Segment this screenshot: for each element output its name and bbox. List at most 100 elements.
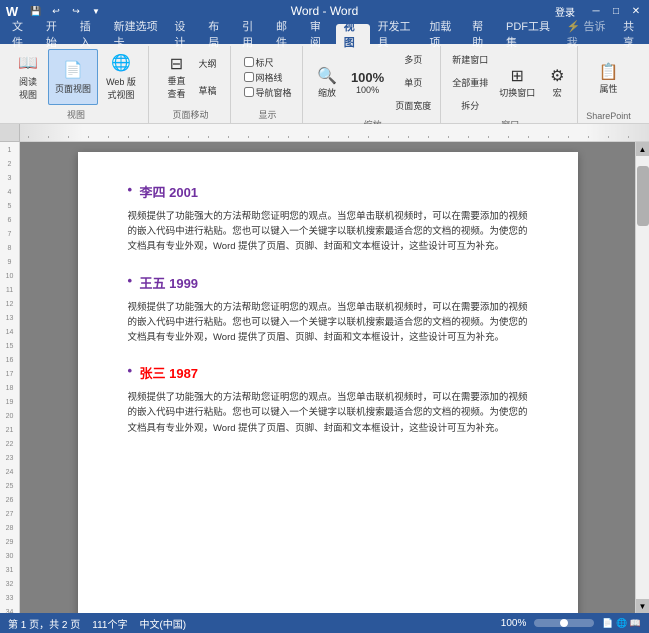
- onepage-btn[interactable]: 单页: [392, 71, 434, 93]
- tab-help[interactable]: 帮助: [464, 24, 498, 44]
- zoom-btn[interactable]: 🔍 缩放: [311, 54, 343, 110]
- tab-layout[interactable]: 布局: [200, 24, 234, 44]
- navpane-checkbox-input[interactable]: [244, 87, 254, 97]
- page-view-btn[interactable]: 📄 页面视图: [48, 49, 98, 105]
- ribbon-group-zoom: 🔍 缩放 100% 100% 多页 单页 页面宽度 缩放: [305, 46, 441, 123]
- entry-text-zhangsan[interactable]: 视频提供了功能强大的方法帮助您证明您的观点。当您单击联机视频时，可以在需要添加的…: [128, 390, 528, 436]
- scroll-up-btn[interactable]: ▲: [636, 142, 649, 156]
- view-mode-icons: 📄 🌐 📖: [602, 618, 641, 629]
- tab-insert[interactable]: 插入: [72, 24, 106, 44]
- properties-btn[interactable]: 📋 属性: [589, 51, 629, 107]
- main-area: 1 2 3 4 5 6 7 8 9 10 11 12 13 14 15 16 1…: [0, 142, 649, 613]
- ruler-v-mark-17: 17: [0, 368, 19, 382]
- pagewidth-btn[interactable]: 页面宽度: [392, 94, 434, 116]
- ribbon-group-pagemove: ⊟ 垂直查看 大纲 草稿 页面移动: [151, 46, 231, 123]
- sharepoint-buttons: 📋 属性: [589, 48, 629, 109]
- scrollbar-vertical[interactable]: ▲ ▼: [635, 142, 649, 613]
- ruler-v-mark-24: 24: [0, 466, 19, 480]
- ruler-v-mark-3: 3: [0, 172, 19, 186]
- ruler-v-mark-25: 25: [0, 480, 19, 494]
- tab-mail[interactable]: 邮件: [268, 24, 302, 44]
- window-col1: 新建窗口 全部重排 拆分: [449, 48, 491, 116]
- tab-design[interactable]: 设计: [166, 24, 200, 44]
- scroll-thumb[interactable]: [637, 166, 649, 226]
- ruler-v-mark-34: 34: [0, 606, 19, 613]
- newwindow-btn[interactable]: 新建窗口: [449, 48, 491, 70]
- tab-start[interactable]: 开始: [38, 24, 72, 44]
- gridlines-checkbox[interactable]: 网格线: [244, 71, 283, 84]
- pagemove-group-label: 页面移动: [173, 108, 209, 121]
- entry-text-lisi[interactable]: 视频提供了功能强大的方法帮助您证明您的观点。当您单击联机视频时，可以在需要添加的…: [128, 209, 528, 255]
- more-quick-btn[interactable]: ▼: [88, 3, 104, 19]
- doc-page[interactable]: 李四 2001 视频提供了功能强大的方法帮助您证明您的观点。当您单击联机视频时，…: [78, 152, 578, 613]
- web-view-btn[interactable]: 🌐 Web 版式视图: [100, 49, 142, 105]
- page-view-label: 页面视图: [55, 82, 91, 95]
- ruler-horizontal: [20, 124, 649, 141]
- ruler-checkbox-input[interactable]: [244, 57, 254, 67]
- split-btn[interactable]: 拆分: [449, 94, 491, 116]
- entry-name-zhangsan: 张三 1987: [128, 363, 528, 382]
- tab-addins[interactable]: 加载项: [421, 24, 464, 44]
- rearrange-label: 全部重排: [452, 76, 488, 89]
- multipage-btn[interactable]: 多页: [392, 48, 434, 70]
- tab-share[interactable]: 共享: [615, 24, 649, 44]
- vertical-view-label: 垂直查看: [168, 74, 186, 100]
- scroll-track[interactable]: [636, 156, 649, 599]
- properties-icon: 📋: [599, 62, 619, 82]
- rearrange-btn[interactable]: 全部重排: [449, 71, 491, 93]
- tab-tellme[interactable]: ⚡ 告诉我: [559, 24, 615, 44]
- read-view-btn[interactable]: 📖 阅读视图: [10, 49, 46, 105]
- ruler-v-mark-29: 29: [0, 536, 19, 550]
- show-group-label: 显示: [259, 108, 277, 121]
- zoom100-btn[interactable]: 100% 100%: [345, 54, 390, 110]
- ruler-v-mark-15: 15: [0, 340, 19, 354]
- ruler-v-mark-1: 1: [0, 144, 19, 158]
- ruler-v-mark-21: 21: [0, 424, 19, 438]
- entry-text-wangwu[interactable]: 视频提供了功能强大的方法帮助您证明您的观点。当您单击联机视频时，可以在需要添加的…: [128, 300, 528, 346]
- scroll-down-btn[interactable]: ▼: [636, 599, 649, 613]
- ruler-v-mark-4: 4: [0, 186, 19, 200]
- tab-devtools[interactable]: 开发工具: [370, 24, 422, 44]
- tab-review[interactable]: 审阅: [302, 24, 336, 44]
- ruler-v-mark-11: 11: [0, 284, 19, 298]
- tab-file[interactable]: 文件: [4, 24, 38, 44]
- draft-btn[interactable]: 草稿: [196, 78, 220, 104]
- navpane-checkbox[interactable]: 导航窗格: [244, 86, 292, 99]
- tab-references[interactable]: 引用: [234, 24, 268, 44]
- zoom100-icon: 100%: [351, 70, 384, 85]
- view-group-label: 视图: [67, 108, 85, 121]
- zoom-icon: 🔍: [317, 66, 337, 86]
- status-bar: 第 1 页，共 2 页 111个字 中文(中国) 100% 📄 🌐 📖: [0, 613, 649, 633]
- doc-entry-wangwu: 王五 1999 视频提供了功能强大的方法帮助您证明您的观点。当您单击联机视频时，…: [128, 273, 528, 346]
- web-view-icon: 🌐: [111, 53, 131, 73]
- web-view-label: Web 版式视图: [106, 75, 136, 101]
- macro-btn[interactable]: ⚙ 宏: [543, 54, 571, 110]
- tab-pdftools[interactable]: PDF工具集: [498, 24, 559, 44]
- undo-quick-btn[interactable]: ↩: [48, 3, 64, 19]
- switchwindow-btn[interactable]: ⊞ 切换窗口: [493, 54, 541, 110]
- page-view-icon: 📄: [63, 60, 83, 80]
- ruler-v-mark-6: 6: [0, 214, 19, 228]
- ruler-checkbox[interactable]: 标尺: [244, 56, 274, 69]
- tab-view[interactable]: 视图: [336, 24, 370, 44]
- tab-newtab[interactable]: 新建选项卡: [106, 24, 167, 44]
- redo-quick-btn[interactable]: ↪: [68, 3, 84, 19]
- gridlines-checkbox-input[interactable]: [244, 72, 254, 82]
- ruler-v-mark-10: 10: [0, 270, 19, 284]
- sharepoint-group-label: SharePoint: [586, 111, 631, 121]
- ruler-label: 标尺: [256, 56, 274, 69]
- status-left: 第 1 页，共 2 页 111个字 中文(中国): [8, 616, 186, 631]
- outline-btn[interactable]: 大纲: [196, 51, 220, 77]
- vertical-view-btn[interactable]: ⊟ 垂直查看: [162, 51, 192, 103]
- properties-label: 属性: [599, 82, 617, 95]
- ruler-v-mark-33: 33: [0, 592, 19, 606]
- zoom-slider-thumb: [560, 619, 568, 627]
- doc-area[interactable]: 李四 2001 视频提供了功能强大的方法帮助您证明您的观点。当您单击联机视频时，…: [20, 142, 635, 613]
- view-buttons: 📖 阅读视图 📄 页面视图 🌐 Web 版式视图: [10, 48, 142, 106]
- ruler-vertical: 1 2 3 4 5 6 7 8 9 10 11 12 13 14 15 16 1…: [0, 142, 20, 613]
- save-quick-btn[interactable]: 💾: [28, 3, 44, 19]
- doc-entry-lisi: 李四 2001 视频提供了功能强大的方法帮助您证明您的观点。当您单击联机视频时，…: [128, 182, 528, 255]
- window-title: Word - Word: [104, 4, 545, 18]
- zoom-slider[interactable]: [534, 619, 594, 627]
- outline-draft-col: 大纲 草稿: [196, 51, 220, 104]
